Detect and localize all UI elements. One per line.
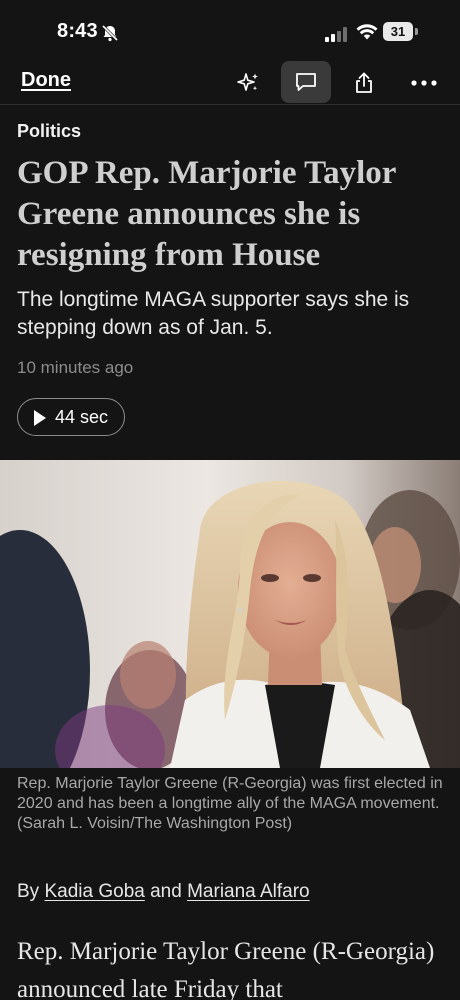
share-button[interactable] bbox=[344, 63, 384, 103]
cellular-signal-icon bbox=[325, 27, 347, 42]
status-bar: 8:43 31 bbox=[0, 0, 460, 60]
byline-prefix: By bbox=[17, 881, 40, 902]
status-time: 8:43 bbox=[57, 20, 98, 42]
comments-button[interactable] bbox=[281, 61, 331, 103]
play-icon bbox=[34, 410, 46, 426]
audio-duration: 44 sec bbox=[55, 407, 109, 427]
wifi-icon bbox=[356, 24, 378, 40]
battery-indicator: 31 bbox=[383, 22, 419, 42]
done-button[interactable]: Done bbox=[21, 69, 71, 92]
battery-level: 31 bbox=[383, 22, 413, 41]
more-icon bbox=[411, 80, 437, 86]
listen-audio-button[interactable]: 44 sec bbox=[17, 398, 125, 436]
article-photo[interactable] bbox=[0, 460, 460, 768]
article-subheadline: The longtime MAGA supporter says she is … bbox=[17, 288, 410, 339]
battery-cap bbox=[415, 28, 418, 35]
sparkle-button[interactable] bbox=[228, 63, 268, 103]
section-label[interactable]: Politics bbox=[17, 121, 81, 142]
photo-caption: Rep. Marjorie Taylor Greene (R-Georgia) … bbox=[17, 775, 443, 832]
portrait-illustration bbox=[0, 460, 460, 768]
article-screen: 8:43 31 Done Politics GOP Rep. Marjorie … bbox=[0, 0, 460, 1000]
author-link[interactable]: Mariana Alfaro bbox=[187, 881, 310, 902]
silent-mode-icon bbox=[101, 24, 119, 42]
article-timestamp: 10 minutes ago bbox=[17, 358, 134, 377]
byline: By Kadia Goba and Mariana Alfaro bbox=[17, 881, 310, 903]
byline-connector: and bbox=[150, 881, 182, 902]
sparkle-icon bbox=[237, 73, 258, 91]
article-body: Rep. Marjorie Taylor Greene (R-Georgia) … bbox=[17, 938, 435, 1000]
article-toolbar: Done bbox=[0, 60, 460, 105]
author-link[interactable]: Kadia Goba bbox=[44, 881, 144, 902]
comment-icon bbox=[296, 73, 316, 91]
article-headline: GOP Rep. Marjorie Taylor Greene announce… bbox=[17, 155, 396, 273]
more-options-button[interactable] bbox=[404, 63, 444, 103]
share-icon bbox=[356, 72, 372, 93]
